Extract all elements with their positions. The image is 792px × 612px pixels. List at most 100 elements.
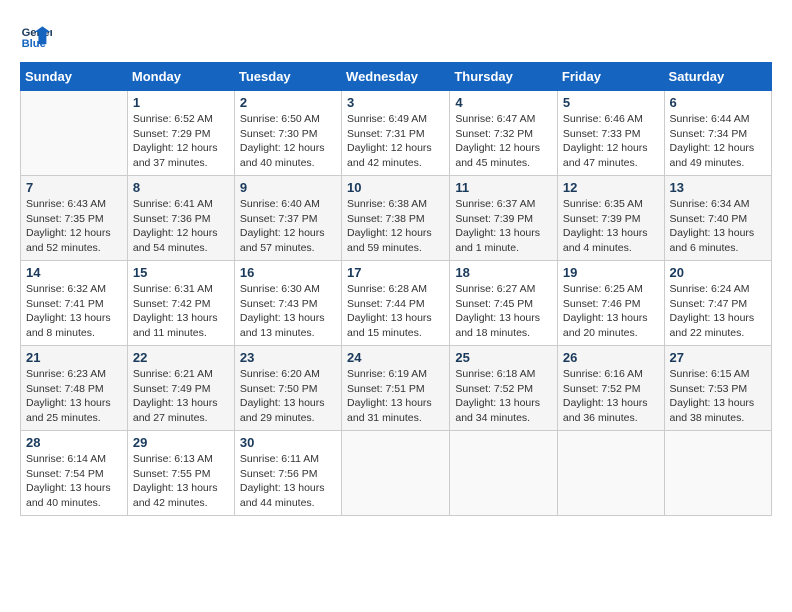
cell-content: Sunrise: 6:28 AM Sunset: 7:44 PM Dayligh… [347, 282, 444, 341]
calendar-cell [664, 431, 771, 516]
cell-content: Sunrise: 6:40 AM Sunset: 7:37 PM Dayligh… [240, 197, 336, 256]
day-number: 27 [670, 350, 766, 365]
day-header-tuesday: Tuesday [234, 63, 341, 91]
calendar-cell: 22Sunrise: 6:21 AM Sunset: 7:49 PM Dayli… [127, 346, 234, 431]
day-number: 10 [347, 180, 444, 195]
day-number: 8 [133, 180, 229, 195]
calendar-cell: 19 Sunrise: 6:25 AM Sunset: 7:46 PM Dayli… [557, 261, 664, 346]
cell-content: Sunrise: 6:37 AM Sunset: 7:39 PM Dayligh… [455, 197, 552, 256]
day-number: 25 [455, 350, 552, 365]
cell-content: Sunrise: 6:32 AM Sunset: 7:41 PM Dayligh… [26, 282, 122, 341]
calendar-cell: 28 Sunrise: 6:14 AM Sunset: 7:54 PM Dayli… [21, 431, 128, 516]
day-number: 19 [563, 265, 659, 280]
logo-icon: General Blue [20, 20, 52, 52]
calendar-cell: 8Sunrise: 6:41 AM Sunset: 7:36 PM Daylig… [127, 176, 234, 261]
day-number: 13 [670, 180, 766, 195]
cell-content: Sunrise: 6:44 AM Sunset: 7:34 PM Dayligh… [670, 112, 766, 171]
calendar-cell: 9 Sunrise: 6:40 AM Sunset: 7:37 PM Daylig… [234, 176, 341, 261]
day-header-wednesday: Wednesday [342, 63, 450, 91]
day-number: 17 [347, 265, 444, 280]
header-row: SundayMondayTuesdayWednesdayThursdayFrid… [21, 63, 772, 91]
cell-content: Sunrise: 6:15 AM Sunset: 7:53 PM Dayligh… [670, 367, 766, 426]
cell-content: Sunrise: 6:46 AM Sunset: 7:33 PM Dayligh… [563, 112, 659, 171]
day-header-monday: Monday [127, 63, 234, 91]
day-header-saturday: Saturday [664, 63, 771, 91]
calendar-cell: 6 Sunrise: 6:44 AM Sunset: 7:34 PM Daylig… [664, 91, 771, 176]
cell-content: Sunrise: 6:27 AM Sunset: 7:45 PM Dayligh… [455, 282, 552, 341]
calendar-week-4: 21Sunrise: 6:23 AM Sunset: 7:48 PM Dayli… [21, 346, 772, 431]
day-number: 5 [563, 95, 659, 110]
calendar-cell: 20 Sunrise: 6:24 AM Sunset: 7:47 PM Dayli… [664, 261, 771, 346]
cell-content: Sunrise: 6:31 AM Sunset: 7:42 PM Dayligh… [133, 282, 229, 341]
cell-content: Sunrise: 6:30 AM Sunset: 7:43 PM Dayligh… [240, 282, 336, 341]
cell-content: Sunrise: 6:43 AM Sunset: 7:35 PM Dayligh… [26, 197, 122, 256]
calendar-cell [557, 431, 664, 516]
calendar-table: SundayMondayTuesdayWednesdayThursdayFrid… [20, 62, 772, 516]
cell-content: Sunrise: 6:16 AM Sunset: 7:52 PM Dayligh… [563, 367, 659, 426]
calendar-cell: 26 Sunrise: 6:16 AM Sunset: 7:52 PM Dayli… [557, 346, 664, 431]
cell-content: Sunrise: 6:25 AM Sunset: 7:46 PM Dayligh… [563, 282, 659, 341]
day-number: 16 [240, 265, 336, 280]
cell-content: Sunrise: 6:24 AM Sunset: 7:47 PM Dayligh… [670, 282, 766, 341]
cell-content: Sunrise: 6:52 AM Sunset: 7:29 PM Dayligh… [133, 112, 229, 171]
calendar-cell: 23 Sunrise: 6:20 AM Sunset: 7:50 PM Dayli… [234, 346, 341, 431]
day-number: 6 [670, 95, 766, 110]
calendar-cell: 27 Sunrise: 6:15 AM Sunset: 7:53 PM Dayli… [664, 346, 771, 431]
calendar-cell: 16 Sunrise: 6:30 AM Sunset: 7:43 PM Dayli… [234, 261, 341, 346]
day-number: 7 [26, 180, 122, 195]
calendar-cell: 24 Sunrise: 6:19 AM Sunset: 7:51 PM Dayli… [342, 346, 450, 431]
calendar-week-5: 28 Sunrise: 6:14 AM Sunset: 7:54 PM Dayli… [21, 431, 772, 516]
calendar-week-3: 14Sunrise: 6:32 AM Sunset: 7:41 PM Dayli… [21, 261, 772, 346]
calendar-cell: 29 Sunrise: 6:13 AM Sunset: 7:55 PM Dayli… [127, 431, 234, 516]
calendar-cell: 13 Sunrise: 6:34 AM Sunset: 7:40 PM Dayli… [664, 176, 771, 261]
cell-content: Sunrise: 6:14 AM Sunset: 7:54 PM Dayligh… [26, 452, 122, 511]
svg-text:General: General [22, 27, 52, 39]
calendar-cell: 5 Sunrise: 6:46 AM Sunset: 7:33 PM Daylig… [557, 91, 664, 176]
cell-content: Sunrise: 6:47 AM Sunset: 7:32 PM Dayligh… [455, 112, 552, 171]
cell-content: Sunrise: 6:49 AM Sunset: 7:31 PM Dayligh… [347, 112, 444, 171]
calendar-cell: 21Sunrise: 6:23 AM Sunset: 7:48 PM Dayli… [21, 346, 128, 431]
day-number: 23 [240, 350, 336, 365]
calendar-cell: 4 Sunrise: 6:47 AM Sunset: 7:32 PM Daylig… [450, 91, 558, 176]
cell-content: Sunrise: 6:13 AM Sunset: 7:55 PM Dayligh… [133, 452, 229, 511]
calendar-week-1: 1 Sunrise: 6:52 AM Sunset: 7:29 PM Daylig… [21, 91, 772, 176]
day-number: 9 [240, 180, 336, 195]
day-number: 2 [240, 95, 336, 110]
cell-content: Sunrise: 6:18 AM Sunset: 7:52 PM Dayligh… [455, 367, 552, 426]
day-number: 28 [26, 435, 122, 450]
calendar-cell: 7 Sunrise: 6:43 AM Sunset: 7:35 PM Daylig… [21, 176, 128, 261]
calendar-cell: 11Sunrise: 6:37 AM Sunset: 7:39 PM Dayli… [450, 176, 558, 261]
cell-content: Sunrise: 6:35 AM Sunset: 7:39 PM Dayligh… [563, 197, 659, 256]
day-number: 29 [133, 435, 229, 450]
day-number: 18 [455, 265, 552, 280]
calendar-cell [342, 431, 450, 516]
day-number: 26 [563, 350, 659, 365]
cell-content: Sunrise: 6:19 AM Sunset: 7:51 PM Dayligh… [347, 367, 444, 426]
day-number: 1 [133, 95, 229, 110]
cell-content: Sunrise: 6:38 AM Sunset: 7:38 PM Dayligh… [347, 197, 444, 256]
cell-content: Sunrise: 6:20 AM Sunset: 7:50 PM Dayligh… [240, 367, 336, 426]
calendar-cell: 17 Sunrise: 6:28 AM Sunset: 7:44 PM Dayli… [342, 261, 450, 346]
calendar-cell: 25 Sunrise: 6:18 AM Sunset: 7:52 PM Dayli… [450, 346, 558, 431]
calendar-cell: 10 Sunrise: 6:38 AM Sunset: 7:38 PM Dayli… [342, 176, 450, 261]
day-number: 24 [347, 350, 444, 365]
calendar-cell [21, 91, 128, 176]
calendar-cell: 18 Sunrise: 6:27 AM Sunset: 7:45 PM Dayli… [450, 261, 558, 346]
calendar-cell: 14Sunrise: 6:32 AM Sunset: 7:41 PM Dayli… [21, 261, 128, 346]
cell-content: Sunrise: 6:21 AM Sunset: 7:49 PM Dayligh… [133, 367, 229, 426]
day-number: 4 [455, 95, 552, 110]
day-number: 20 [670, 265, 766, 280]
calendar-cell [450, 431, 558, 516]
day-number: 12 [563, 180, 659, 195]
calendar-cell: 1 Sunrise: 6:52 AM Sunset: 7:29 PM Daylig… [127, 91, 234, 176]
calendar-cell: 30 Sunrise: 6:11 AM Sunset: 7:56 PM Dayli… [234, 431, 341, 516]
calendar-week-2: 7 Sunrise: 6:43 AM Sunset: 7:35 PM Daylig… [21, 176, 772, 261]
page-header: General Blue [20, 20, 772, 52]
day-number: 30 [240, 435, 336, 450]
cell-content: Sunrise: 6:34 AM Sunset: 7:40 PM Dayligh… [670, 197, 766, 256]
calendar-cell: 15Sunrise: 6:31 AM Sunset: 7:42 PM Dayli… [127, 261, 234, 346]
cell-content: Sunrise: 6:11 AM Sunset: 7:56 PM Dayligh… [240, 452, 336, 511]
day-header-friday: Friday [557, 63, 664, 91]
day-number: 21 [26, 350, 122, 365]
day-number: 3 [347, 95, 444, 110]
